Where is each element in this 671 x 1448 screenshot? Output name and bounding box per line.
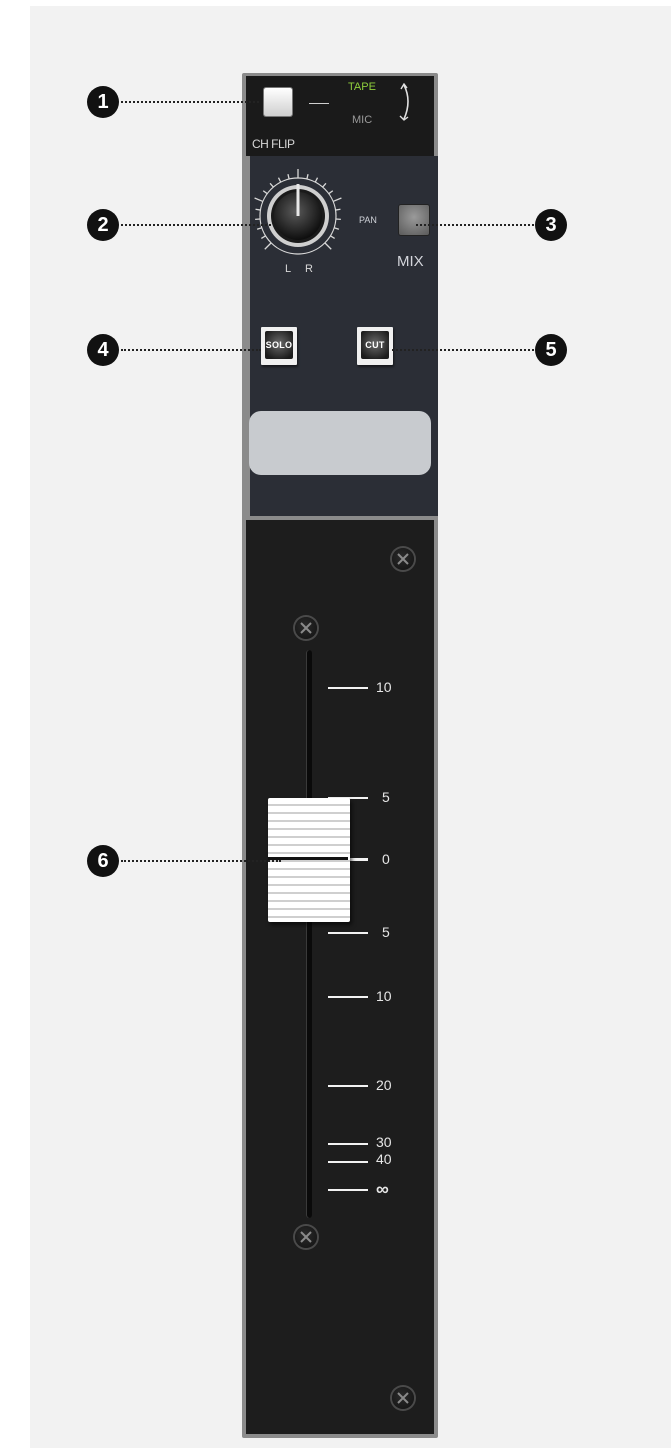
knob-tick xyxy=(277,177,282,183)
scale-label: 10 xyxy=(376,679,392,695)
screw-icon xyxy=(392,1387,414,1409)
solo-button[interactable]: SOLO xyxy=(261,327,297,365)
scale-tick xyxy=(328,1085,368,1087)
scale-label: 20 xyxy=(376,1077,392,1093)
scale-tick xyxy=(328,1189,368,1191)
callout-4: 4 xyxy=(87,334,119,366)
scale-label: 30 xyxy=(376,1134,392,1150)
knob-tick xyxy=(324,242,332,250)
scale-label: 5 xyxy=(382,924,390,940)
pan-section: L R PAN MIX SOLO CUT xyxy=(246,73,438,520)
callout-2: 2 xyxy=(87,209,119,241)
pan-right-label: R xyxy=(305,263,313,275)
knob-tick xyxy=(255,208,261,211)
scribble-strip xyxy=(249,411,431,475)
knob-tick xyxy=(254,197,264,203)
screw-icon xyxy=(392,548,414,570)
pan-left-label: L xyxy=(285,263,291,275)
scale-label: 40 xyxy=(376,1151,392,1167)
knob-tick xyxy=(322,182,327,188)
callout-6: 6 xyxy=(87,845,119,877)
knob-tick xyxy=(256,227,263,230)
pan-knob[interactable]: L R xyxy=(250,158,360,278)
callout-line xyxy=(121,101,259,103)
cut-label: CUT xyxy=(361,331,389,359)
screw-icon xyxy=(295,1226,317,1248)
scale-tick xyxy=(328,1161,368,1163)
callout-line xyxy=(121,349,261,351)
knob-tick xyxy=(287,174,290,180)
knob-tick xyxy=(328,190,334,195)
screw-icon xyxy=(295,617,317,639)
knob-tick xyxy=(330,235,336,240)
scale-tick xyxy=(328,1143,368,1145)
solo-label: SOLO xyxy=(265,331,293,359)
scale-label: 5 xyxy=(382,789,390,805)
knob-tick xyxy=(262,190,268,195)
cut-button[interactable]: CUT xyxy=(357,327,393,365)
knob-tick xyxy=(260,235,266,240)
knob-tick xyxy=(332,197,342,203)
knob-tick xyxy=(306,174,309,180)
pan-label: PAN xyxy=(359,215,377,225)
scale-tick xyxy=(328,687,368,689)
callout-line xyxy=(121,224,271,226)
scale-label: 10 xyxy=(376,988,392,1004)
fader-track[interactable] xyxy=(306,650,312,1218)
knob-tick xyxy=(333,227,340,230)
callout-5: 5 xyxy=(535,334,567,366)
mix-label: MIX xyxy=(397,253,424,270)
mix-button[interactable] xyxy=(399,205,429,235)
callout-3: 3 xyxy=(535,209,567,241)
fader-section: 10 5 0 5 10 20 30 40 ∞ xyxy=(246,520,434,1434)
scale-tick xyxy=(328,932,368,934)
scale-label: ∞ xyxy=(376,1179,389,1199)
knob-tick xyxy=(264,242,272,250)
callout-line xyxy=(416,224,534,226)
channel-strip: TAPE MIC CH FLIP L R PAN MIX SOLO CUT 10… xyxy=(242,73,438,1438)
callout-line xyxy=(121,860,281,862)
knob-tick xyxy=(335,208,341,211)
knob-tick xyxy=(314,177,319,183)
callout-1: 1 xyxy=(87,86,119,118)
scale-tick xyxy=(328,996,368,998)
callout-line xyxy=(392,349,534,351)
knob-tick xyxy=(269,182,274,188)
scale-label: 0 xyxy=(382,851,390,867)
